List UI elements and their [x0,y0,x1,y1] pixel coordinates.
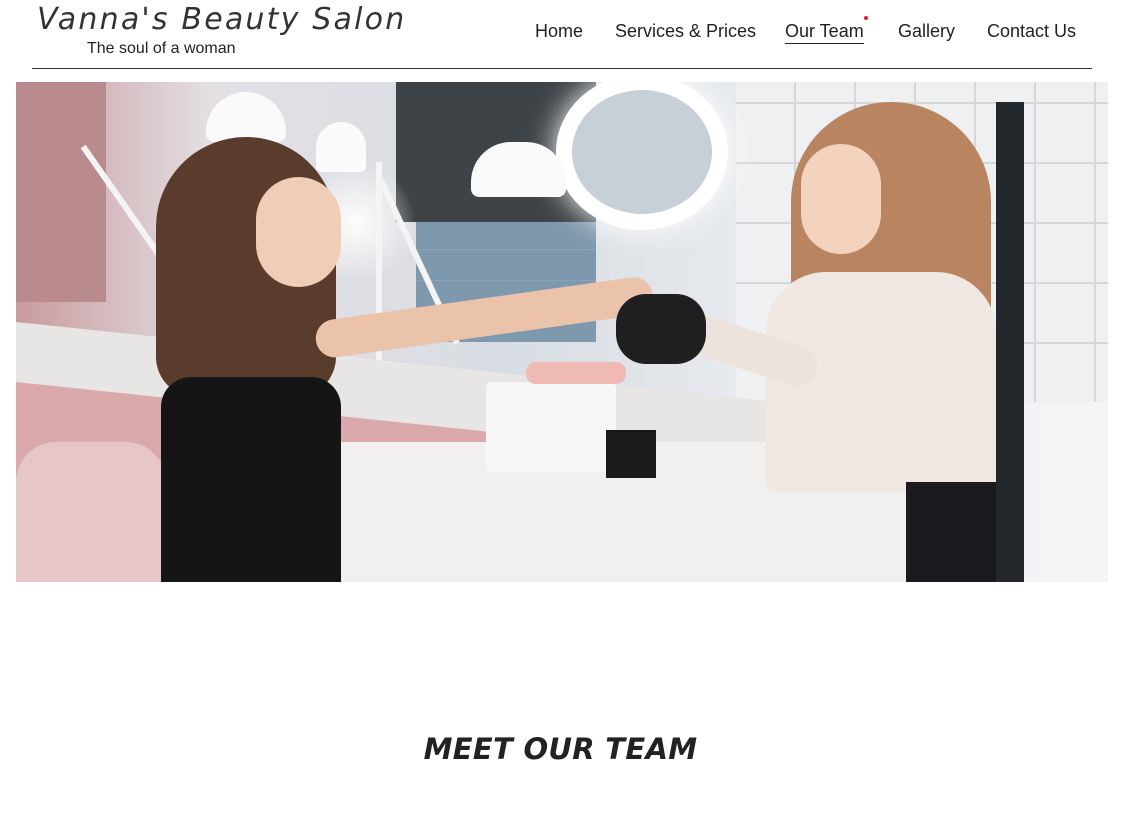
site-header: Vanna's Beauty Salon The soul of a woman… [0,0,1121,69]
ring-light [556,82,728,230]
nav-item-our-team[interactable]: Our Team [785,16,868,44]
nav-item-contact-us[interactable]: Contact Us [987,19,1076,43]
salon-chair [16,442,166,582]
active-indicator-dot [863,16,868,20]
main-nav: Home Services & Prices Our Team Gallery … [0,16,1121,45]
header-divider [32,68,1092,69]
hero-image [16,82,1108,582]
nav-item-our-team-label: Our Team [785,21,864,41]
nav-item-home[interactable]: Home [535,19,583,43]
nav-item-gallery[interactable]: Gallery [898,19,955,43]
nav-item-services-prices[interactable]: Services & Prices [615,19,756,43]
section-title: MEET OUR TEAM [423,732,698,767]
